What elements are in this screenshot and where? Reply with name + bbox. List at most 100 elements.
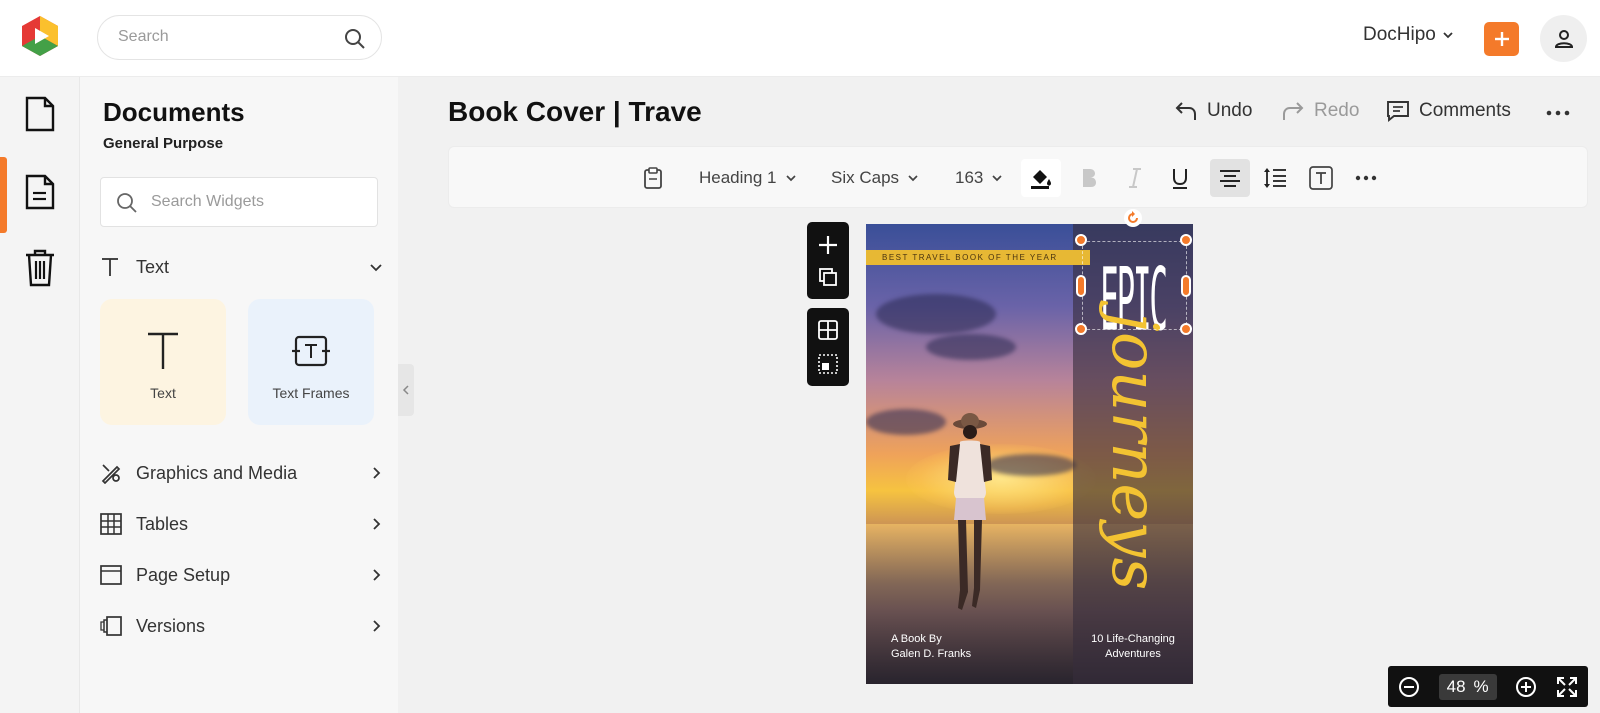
cover-cloud bbox=[876, 294, 996, 334]
fullscreen-icon[interactable] bbox=[1556, 676, 1578, 698]
text-box-button[interactable] bbox=[1301, 159, 1341, 197]
section-label: Graphics and Media bbox=[136, 462, 298, 483]
text-color-button[interactable] bbox=[1021, 159, 1061, 197]
widget-tile-text[interactable]: Text bbox=[100, 299, 226, 425]
redo-icon bbox=[1281, 100, 1305, 122]
chevron-right-icon bbox=[369, 466, 383, 480]
text-frame-icon bbox=[291, 329, 331, 373]
zoom-in-icon[interactable] bbox=[1515, 676, 1537, 698]
document-title[interactable]: Book Cover | Trave bbox=[448, 96, 702, 128]
redo-label: Redo bbox=[1314, 100, 1360, 121]
search-icon[interactable] bbox=[343, 27, 367, 51]
resize-handle-top-right[interactable] bbox=[1180, 234, 1192, 246]
font-size-value: 163 bbox=[955, 168, 984, 187]
more-options-button[interactable] bbox=[1546, 110, 1570, 116]
widget-tile-text-frames[interactable]: Text Frames bbox=[248, 299, 374, 425]
paint-bucket-icon bbox=[1029, 167, 1053, 189]
resize-handle-top-left[interactable] bbox=[1075, 234, 1087, 246]
duplicate-icon[interactable] bbox=[818, 267, 838, 287]
global-search-input[interactable] bbox=[118, 28, 318, 46]
cover-author-line2: Galen D. Franks bbox=[891, 648, 972, 660]
search-icon bbox=[115, 191, 139, 215]
trash-icon bbox=[24, 249, 56, 287]
widget-search-input[interactable] bbox=[151, 193, 351, 211]
documents-list-icon bbox=[24, 174, 56, 210]
graphics-icon bbox=[100, 462, 136, 484]
comment-icon bbox=[1386, 100, 1410, 122]
cover-ribbon-text[interactable]: BEST TRAVEL BOOK OF THE YEAR bbox=[866, 250, 1090, 265]
zoom-unit: % bbox=[1473, 676, 1489, 696]
rail-item-documents[interactable] bbox=[0, 157, 80, 233]
section-label: Tables bbox=[136, 513, 189, 534]
undo-button[interactable]: Undo bbox=[1174, 100, 1252, 122]
section-versions[interactable]: Versions bbox=[100, 611, 383, 641]
paste-button[interactable] bbox=[633, 159, 673, 197]
resize-handle-left[interactable] bbox=[1076, 275, 1086, 297]
global-search[interactable] bbox=[97, 15, 382, 60]
clipboard-icon bbox=[643, 167, 663, 189]
table-icon bbox=[100, 513, 136, 535]
select-area-icon[interactable] bbox=[817, 353, 839, 375]
document-icon bbox=[24, 96, 56, 132]
account-switcher[interactable]: DocHipo bbox=[1363, 24, 1454, 46]
rail-item-trash[interactable] bbox=[0, 233, 80, 303]
section-graphics-and-media[interactable]: Graphics and Media bbox=[100, 458, 383, 488]
cover-tagline-line2: Adventures bbox=[1105, 648, 1161, 660]
text-style-value: Heading 1 bbox=[699, 168, 777, 187]
undo-icon bbox=[1174, 100, 1198, 122]
resize-handle-bottom-right[interactable] bbox=[1180, 323, 1192, 335]
app-logo-icon[interactable] bbox=[18, 14, 62, 58]
section-page-setup[interactable]: Page Setup bbox=[100, 560, 383, 590]
cover-tagline[interactable]: 10 Life-Changing Adventures bbox=[1073, 632, 1193, 662]
underline-button[interactable] bbox=[1160, 159, 1200, 197]
line-spacing-icon bbox=[1263, 167, 1287, 189]
resize-handle-bottom-left[interactable] bbox=[1075, 323, 1087, 335]
bold-button[interactable] bbox=[1069, 159, 1109, 197]
account-name: DocHipo bbox=[1363, 24, 1436, 45]
user-profile-button[interactable] bbox=[1540, 15, 1587, 62]
more-horizontal-icon bbox=[1546, 110, 1570, 116]
more-format-options-button[interactable] bbox=[1346, 159, 1386, 197]
font-size-dropdown[interactable]: 163 bbox=[955, 159, 1003, 197]
underline-icon bbox=[1171, 167, 1189, 189]
collapse-sidebar-handle[interactable] bbox=[398, 364, 414, 416]
zoom-level[interactable]: 48 % bbox=[1438, 673, 1497, 700]
rotate-handle[interactable] bbox=[1124, 209, 1142, 227]
rail-item-document[interactable] bbox=[0, 79, 80, 149]
text-style-dropdown[interactable]: Heading 1 bbox=[699, 159, 797, 197]
chevron-down-icon bbox=[991, 172, 1003, 184]
chevron-right-icon bbox=[369, 517, 383, 531]
section-text[interactable]: Text bbox=[100, 252, 383, 282]
versions-icon bbox=[100, 615, 136, 637]
chevron-down-icon bbox=[785, 172, 797, 184]
zoom-out-icon[interactable] bbox=[1398, 676, 1420, 698]
italic-icon bbox=[1127, 167, 1143, 189]
grid-icon[interactable] bbox=[817, 319, 839, 341]
format-toolbar: Heading 1 Six Caps 163 bbox=[448, 146, 1588, 208]
bold-icon bbox=[1080, 167, 1098, 189]
sidebar-title: Documents bbox=[103, 97, 245, 127]
italic-button[interactable] bbox=[1115, 159, 1155, 197]
cover-title-journeys[interactable]: journeys bbox=[1097, 312, 1171, 590]
chevron-down-icon bbox=[369, 260, 383, 274]
create-new-button[interactable] bbox=[1484, 22, 1519, 56]
cover-author-line1: A Book By bbox=[891, 633, 942, 645]
align-center-button[interactable] bbox=[1210, 159, 1250, 197]
add-icon[interactable] bbox=[817, 234, 839, 256]
section-label: Page Setup bbox=[136, 564, 231, 585]
chevron-left-icon bbox=[402, 384, 410, 396]
zoom-controls: 48 % bbox=[1388, 666, 1588, 707]
user-icon bbox=[1553, 28, 1575, 50]
redo-button[interactable]: Redo bbox=[1281, 100, 1359, 122]
section-tables[interactable]: Tables bbox=[100, 509, 383, 539]
resize-handle-right[interactable] bbox=[1181, 275, 1191, 297]
line-spacing-button[interactable] bbox=[1255, 159, 1295, 197]
comments-button[interactable]: Comments bbox=[1386, 100, 1511, 122]
chevron-down-icon bbox=[1442, 29, 1454, 41]
cover-author[interactable]: A Book By Galen D. Franks bbox=[891, 632, 971, 662]
comments-label: Comments bbox=[1419, 100, 1511, 121]
font-family-value: Six Caps bbox=[831, 168, 900, 187]
widget-search[interactable] bbox=[100, 177, 378, 227]
text-box-icon bbox=[1309, 166, 1333, 190]
font-family-dropdown[interactable]: Six Caps bbox=[831, 159, 919, 197]
